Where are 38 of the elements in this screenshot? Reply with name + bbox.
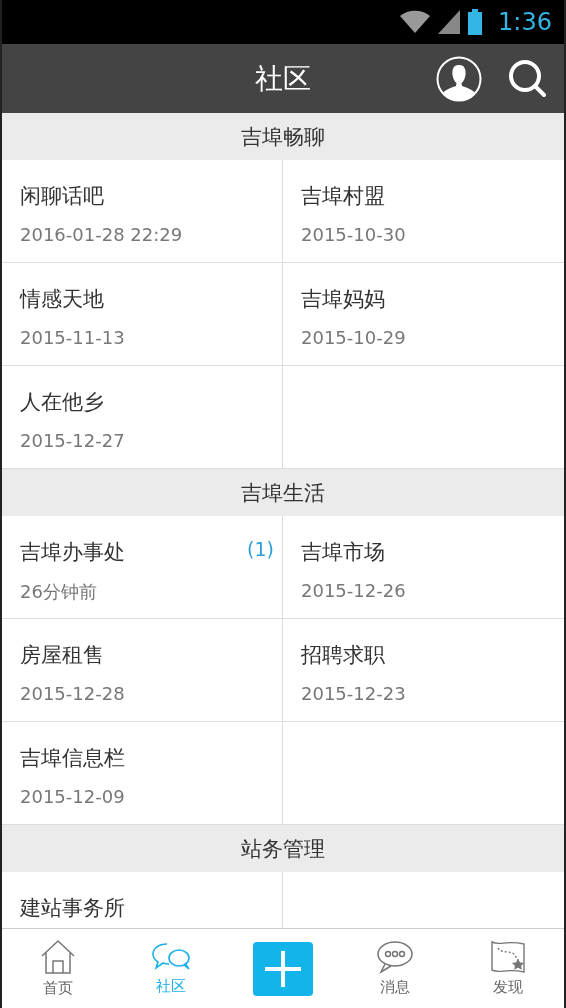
chat-bubbles-icon	[150, 941, 191, 973]
forum-date: 2015-12-23	[301, 683, 407, 704]
forum-name[interactable]: 人在他乡	[20, 388, 104, 416]
forum-name[interactable]: 情感天地	[20, 285, 104, 313]
page-title: 社区	[255, 60, 311, 97]
wifi-icon	[400, 10, 431, 34]
forum-name[interactable]: 房屋租售	[20, 641, 104, 669]
section-header: 吉埠生活	[2, 469, 564, 516]
forum-date: 2015-12-27	[20, 430, 126, 451]
forum-name[interactable]: 建站事务所	[20, 894, 125, 922]
signal-icon	[438, 10, 461, 34]
section-header: 吉埠畅聊	[2, 113, 564, 160]
forum-name[interactable]: 吉埠村盟	[301, 182, 385, 210]
forum-name[interactable]: 吉埠市场	[301, 538, 385, 566]
forum-date: 2015-12-26	[301, 580, 407, 601]
tab[interactable]: 首页	[2, 929, 115, 1008]
clock-time: 1:36	[498, 8, 552, 36]
forum-date: 2015-10-29	[301, 327, 407, 348]
battery-icon	[468, 9, 483, 35]
forum-name[interactable]: 吉埠妈妈	[301, 285, 385, 313]
forum-date: 2016-01-28 22:29	[20, 224, 184, 245]
forum-name[interactable]: 吉埠信息栏	[20, 744, 125, 772]
forum-date: 2015-11-13	[20, 327, 126, 348]
forum-date: 2015-12-28	[20, 683, 126, 704]
tab[interactable]: 发现	[451, 929, 564, 1008]
speech-bubble-icon	[376, 940, 415, 974]
forum-name[interactable]: 招聘求职	[301, 641, 385, 669]
profile-button[interactable]	[436, 56, 482, 102]
forum-date: 2015-10-30	[301, 224, 407, 245]
map-icon	[489, 940, 526, 974]
forum-date: 2015-12-09	[20, 786, 126, 807]
forum-date: 26分钟前	[20, 580, 98, 604]
forum-name[interactable]: 闲聊话吧	[20, 182, 104, 210]
house-icon	[40, 939, 77, 975]
tab[interactable]: 消息	[339, 929, 452, 1008]
forum-name[interactable]: 吉埠办事处	[20, 538, 125, 566]
unread-count: (1)	[247, 538, 274, 560]
section-header: 站务管理	[2, 825, 564, 872]
